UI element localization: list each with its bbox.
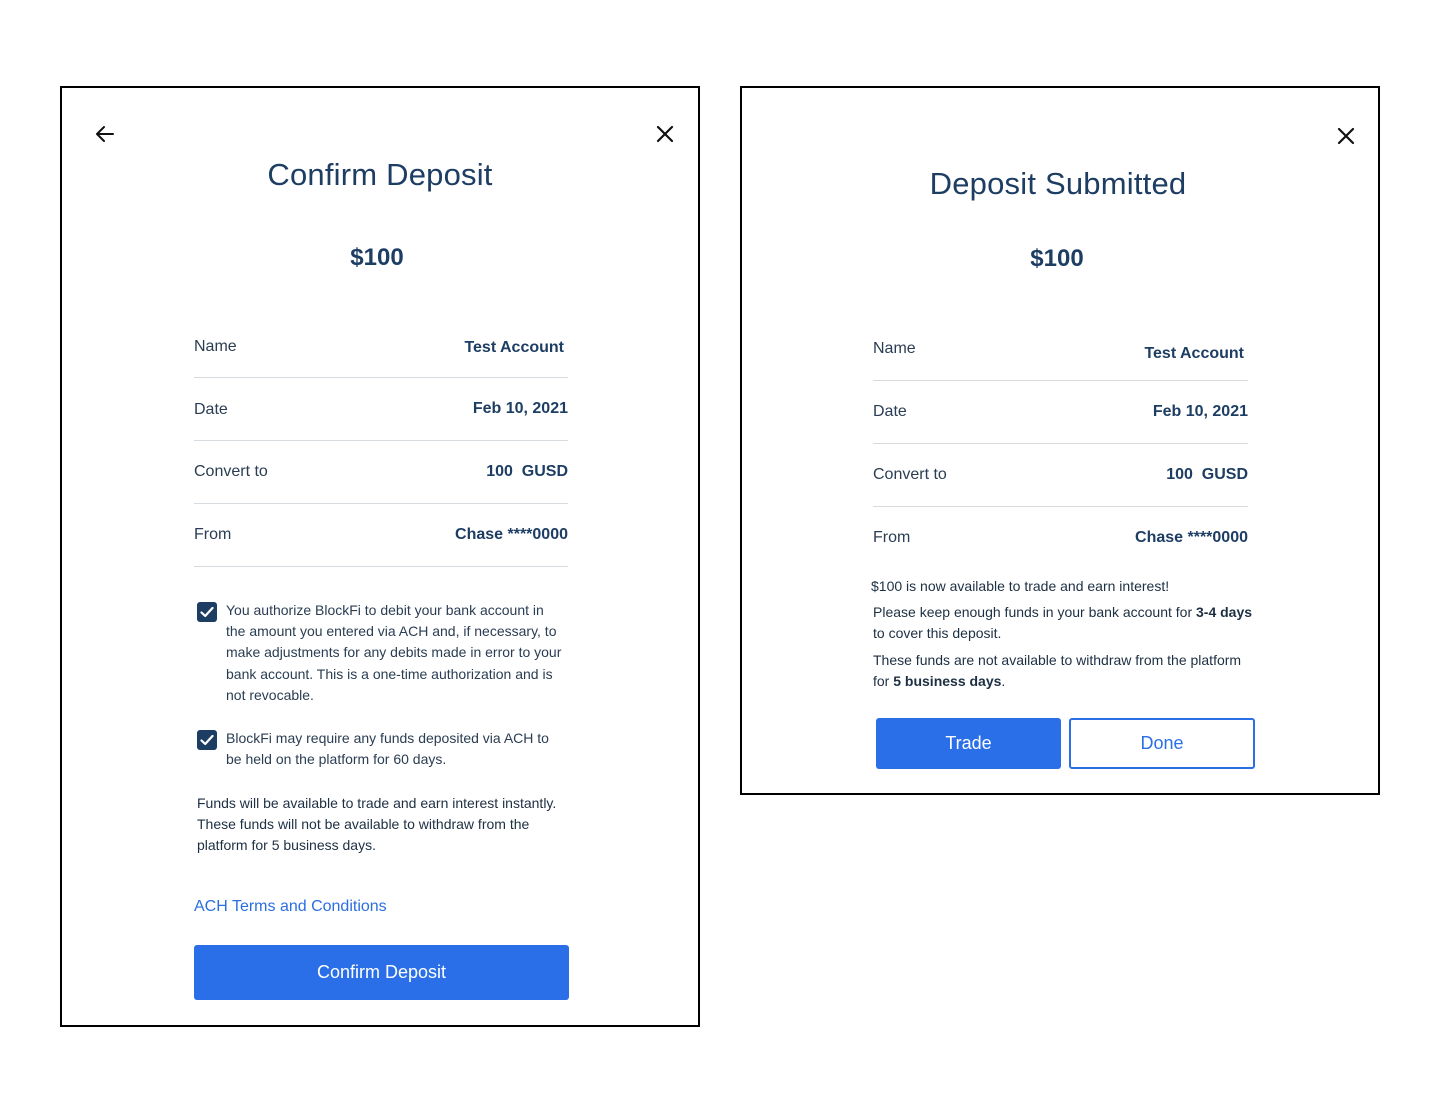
available-text: is now available to trade and earn inter… (902, 578, 1170, 594)
detail-label: Date (873, 403, 907, 420)
confirm-deposit-dialog: Confirm Deposit $100 Name Test Account D… (60, 86, 700, 1027)
done-button[interactable]: Done (1069, 718, 1255, 769)
detail-value: 100 GUSD (1166, 466, 1248, 483)
detail-label: Date (194, 401, 228, 418)
available-message: $100 is now available to trade and earn … (871, 576, 1261, 597)
page-title: Deposit Submitted (929, 166, 1187, 201)
detail-label: Name (194, 338, 237, 355)
detail-value: Chase ****0000 (1135, 529, 1248, 546)
deposit-submitted-dialog: Deposit Submitted $100 Name Test Account… (740, 86, 1380, 795)
withdraw-suffix: . (1001, 673, 1006, 689)
detail-label: Convert to (194, 463, 268, 480)
detail-row-convert: Convert to 100 GUSD (873, 444, 1248, 507)
deposit-details: Name Test Account Date Feb 10, 2021 Conv… (873, 318, 1248, 570)
confirm-deposit-button[interactable]: Confirm Deposit (194, 945, 569, 1000)
detail-row-date: Date Feb 10, 2021 (194, 378, 568, 441)
close-icon[interactable] (656, 125, 674, 143)
checkmark-icon (200, 734, 214, 746)
checkmark-icon (200, 606, 214, 618)
detail-value: Chase ****0000 (455, 526, 568, 543)
detail-row-from: From Chase ****0000 (873, 507, 1248, 570)
withdraw-bold: 5 business days (893, 673, 1002, 689)
hold-text: BlockFi may require any funds deposited … (226, 730, 549, 768)
available-amount: $100 (871, 578, 903, 594)
detail-value: 100 GUSD (486, 463, 568, 480)
detail-value: Feb 10, 2021 (472, 400, 568, 417)
detail-row-from: From Chase ****0000 (194, 504, 568, 567)
close-icon[interactable] (1337, 127, 1355, 145)
availability-notice: Funds will be available to trade and ear… (197, 795, 557, 853)
detail-row-convert: Convert to 100 GUSD (194, 441, 568, 504)
keep-suffix: to cover this deposit. (873, 625, 1002, 641)
hold-checkbox-item[interactable]: BlockFi may require any funds deposited … (197, 728, 567, 770)
checkbox-checked[interactable] (197, 602, 217, 622)
detail-label: From (194, 526, 232, 543)
withdraw-message: These funds are not available to withdra… (873, 650, 1243, 692)
deposit-amount: $100 (1030, 245, 1084, 272)
checkbox-checked[interactable] (197, 730, 217, 750)
arrow-left-icon[interactable] (94, 123, 116, 145)
detail-row-name: Name Test Account (194, 315, 568, 378)
keep-prefix: Please keep enough funds in your bank ac… (873, 604, 1196, 620)
detail-label: Name (873, 340, 916, 357)
deposit-amount: $100 (350, 244, 404, 271)
keep-funds-message: Please keep enough funds in your bank ac… (873, 602, 1253, 644)
detail-value: Feb 10, 2021 (1152, 403, 1248, 420)
authorization-checkbox-item[interactable]: You authorize BlockFi to debit your bank… (197, 600, 567, 706)
detail-value: Test Account (1144, 345, 1244, 362)
detail-label: From (873, 529, 911, 546)
deposit-details: Name Test Account Date Feb 10, 2021 Conv… (194, 315, 568, 567)
detail-row-date: Date Feb 10, 2021 (873, 381, 1248, 444)
detail-label: Convert to (873, 466, 947, 483)
page-title: Confirm Deposit (267, 157, 493, 192)
authorization-text: You authorize BlockFi to debit your bank… (226, 602, 562, 703)
trade-button[interactable]: Trade (876, 718, 1061, 769)
detail-row-name: Name Test Account (873, 318, 1248, 381)
keep-bold: 3-4 days (1196, 604, 1253, 620)
detail-value: Test Account (464, 339, 564, 356)
ach-terms-link[interactable]: ACH Terms and Conditions (194, 898, 387, 916)
